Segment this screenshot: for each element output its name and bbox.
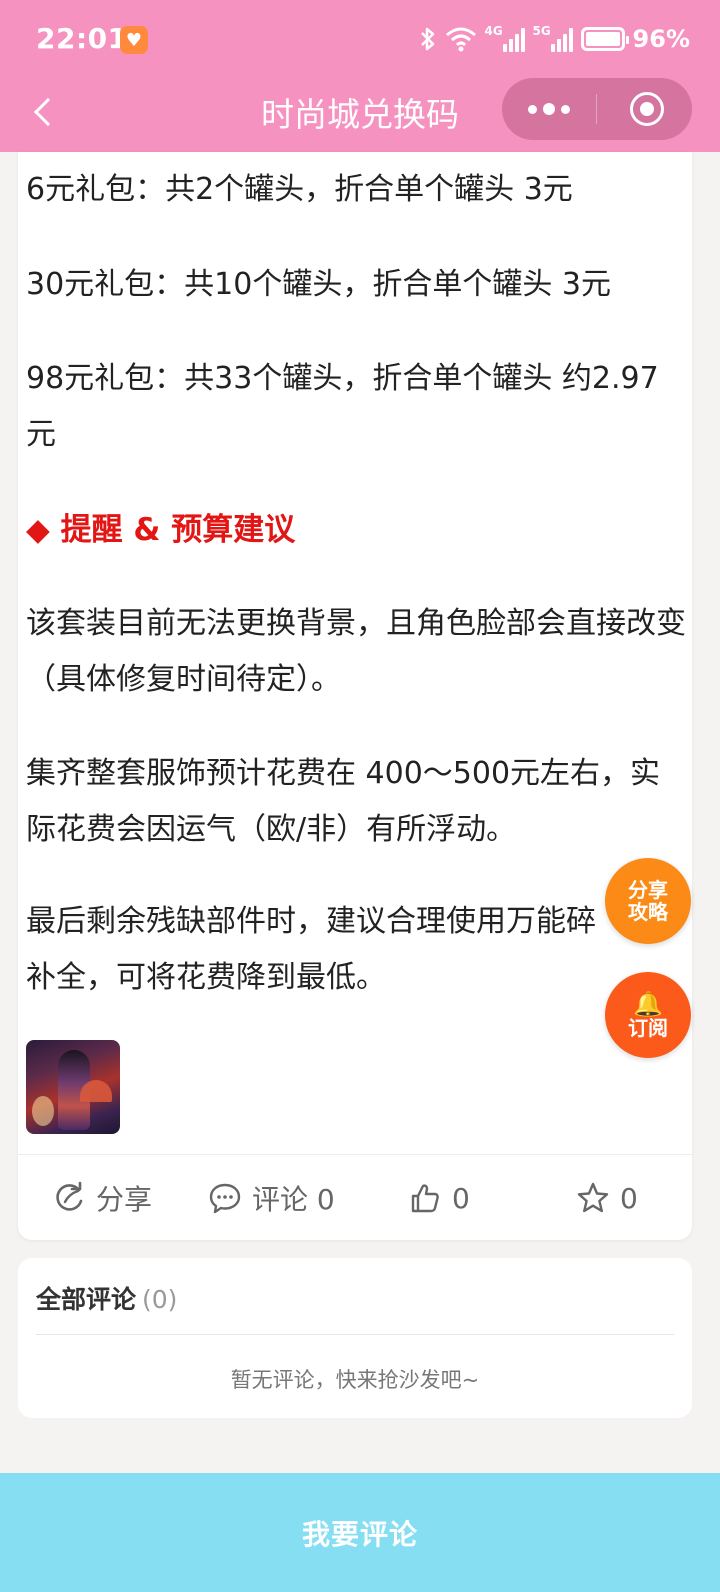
favorite-count: 0: [620, 1181, 638, 1215]
comment-label: 评论 0: [252, 1183, 335, 1216]
signal-4g-icon: 4G: [484, 24, 525, 52]
favorite-action[interactable]: 0: [576, 1155, 638, 1241]
share-action[interactable]: 分享: [52, 1155, 152, 1241]
share-guide-line1: 分享: [628, 878, 668, 902]
article-paragraph: 6元礼包：共2个罐头，折合单个罐头 3元: [26, 172, 573, 207]
comment-icon: [209, 1183, 241, 1214]
page-title: 时尚城兑换码: [261, 95, 459, 134]
comments-count: (0): [142, 1285, 178, 1314]
close-miniprogram-button[interactable]: [630, 92, 664, 126]
share-icon: [56, 1181, 83, 1211]
comments-divider: [36, 1334, 674, 1335]
article-image-thumbnail[interactable]: [26, 1040, 120, 1134]
like-count: 0: [452, 1181, 470, 1215]
comment-action[interactable]: 评论 0: [208, 1155, 335, 1241]
miniprogram-capsule: [502, 78, 692, 140]
like-action[interactable]: 0: [408, 1155, 470, 1241]
more-button[interactable]: [502, 78, 596, 140]
article-paragraph: 该套装目前无法更换背景，且角色脸部会直接改变（具体修复时间待定）。: [26, 606, 686, 697]
article-paragraph: 98元礼包：共33个罐头，折合单个罐头 约2.97元: [26, 361, 659, 452]
write-comment-label: 我要评论: [301, 1517, 418, 1551]
share-label: 分享: [96, 1183, 153, 1216]
article-paragraph: 30元礼包：共10个罐头，折合单个罐头 3元: [26, 267, 611, 302]
article-paragraph: 最后剩余残缺部件时，建议合理使用万能碎补全，可将花费降到最低。: [26, 904, 596, 995]
battery-percent: 96%: [632, 25, 690, 53]
comments-empty-message: 暂无评论，快来抢沙发吧~: [230, 1368, 480, 1392]
subscribe-label: 订阅: [628, 1016, 668, 1040]
article-paragraph: 集齐整套服饰预计花费在 400～500元左右，实际花费会因运气（欧/非）有所浮动…: [26, 756, 661, 847]
app-header: 22:01 ♥ 4G 5G 96% 时尚城兑换码: [0, 0, 720, 152]
comments-title-text: 全部评论: [36, 1285, 137, 1314]
more-dots-icon: [528, 104, 537, 114]
thumbs-up-icon: [411, 1184, 439, 1213]
status-time: 22:01: [36, 22, 128, 55]
warning-heading: ◆ 提醒 & 预算建议: [26, 512, 296, 548]
bell-icon: 🔔: [633, 990, 663, 1018]
write-comment-button[interactable]: 我要评论: [0, 1473, 720, 1592]
action-bar: 分享 评论 0 0 0: [18, 1154, 692, 1240]
article-card: 6元礼包：共2个罐头，折合单个罐头 3元 30元礼包：共10个罐头，折合单个罐头…: [18, 152, 692, 1240]
signal-5g-icon: 5G: [532, 24, 573, 52]
capsule-divider: [596, 94, 597, 124]
star-icon: [577, 1182, 609, 1213]
subscribe-floating-button[interactable]: 🔔 订阅: [605, 972, 691, 1058]
comments-title: 全部评论 (0): [36, 1280, 177, 1316]
share-guide-floating-button[interactable]: 分享 攻略: [605, 858, 691, 944]
status-icons: 4G 5G 96%: [419, 22, 690, 56]
title-bar: 时尚城兑换码: [0, 78, 720, 152]
status-bar: 22:01 ♥ 4G 5G 96%: [0, 0, 720, 78]
back-button[interactable]: [22, 90, 66, 134]
wifi-icon: [445, 27, 476, 52]
battery-icon: [580, 27, 629, 51]
network-5g-label: 5G: [532, 24, 551, 38]
bluetooth-icon: [420, 27, 434, 51]
network-4g-label: 4G: [484, 24, 503, 38]
chevron-left-icon: [33, 97, 63, 127]
share-guide-line2: 攻略: [628, 900, 668, 924]
heart-app-icon: ♥: [120, 26, 148, 54]
comments-section: 全部评论 (0) 暂无评论，快来抢沙发吧~: [18, 1258, 692, 1418]
